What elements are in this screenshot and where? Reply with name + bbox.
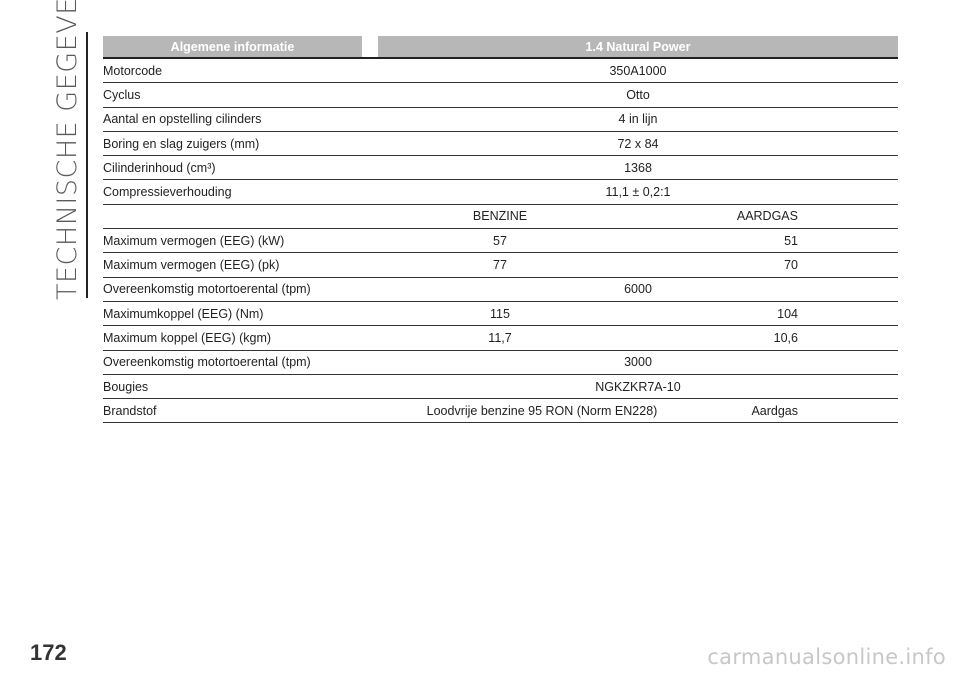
table-row: Maximum koppel (EEG) (kgm) 11,7 10,6 [103,326,898,351]
row-value: 6000 [624,282,652,297]
row-label: Boring en slag zuigers (mm) [103,136,260,151]
cng-value: 104 [777,306,798,321]
header-general-info: Algemene informatie [103,36,362,57]
row-label: Cyclus [103,87,141,102]
table-row: Compressieverhouding 11,1 ± 0,2:1 [103,180,898,205]
header-engine-variant: 1.4 Natural Power [378,36,898,57]
row-value: 350A1000 [609,63,667,78]
table-row: Cilinderinhoud (cm³) 1368 [103,156,898,181]
row-label: Brandstof [103,403,157,418]
table-row: Maximumkoppel (EEG) (Nm) 115 104 [103,302,898,327]
cng-value: 10,6 [773,330,798,345]
row-label: Maximum vermogen (EEG) (kW) [103,233,285,248]
section-title: TECHNISCHE GEGEVENS [52,0,83,300]
row-label: Aantal en opstelling cilinders [103,112,262,127]
row-value: Otto [626,87,650,102]
page-number: 172 [30,640,67,665]
cng-value: 51 [784,233,798,248]
row-label: Overeenkomstig motortoerental (tpm) [103,282,311,297]
row-label: Compressieverhouding [103,185,232,200]
table-row: Maximum vermogen (EEG) (kW) 57 51 [103,229,898,254]
spec-table: Algemene informatie 1.4 Natural Power Mo… [103,36,898,424]
watermark: carmanualsonline.info [707,645,946,669]
table-row: Motorcode 350A1000 [103,59,898,84]
row-value: 72 x 84 [617,136,659,151]
fuel-subheader-row: BENZINE AARDGAS [103,205,898,230]
petrol-value: 115 [490,306,510,321]
row-label: Maximum vermogen (EEG) (pk) [103,258,280,273]
section-divider [86,32,88,298]
petrol-value: 11,7 [488,330,512,345]
row-value: NGKZKR7A-10 [595,379,681,394]
row-value: 11,1 ± 0,2:1 [605,185,671,200]
petrol-column-heading: BENZINE [472,209,528,224]
row-label: Cilinderinhoud (cm³) [103,160,216,175]
cng-value: Aardgas [751,403,798,418]
row-label: Maximum koppel (EEG) (kgm) [103,330,272,345]
row-label: Bougies [103,379,149,394]
table-row: Aantal en opstelling cilinders 4 in lijn [103,108,898,132]
table-row: Overeenkomstig motortoerental (tpm) 3000 [103,351,898,375]
cng-column-heading: AARDGAS [736,209,798,224]
table-header: Algemene informatie 1.4 Natural Power [103,36,898,59]
row-value: 3000 [624,355,652,370]
table-row: Boring en slag zuigers (mm) 72 x 84 [103,132,898,157]
petrol-value: 77 [493,258,507,273]
row-label: Motorcode [103,63,163,78]
header-gap [362,36,378,57]
petrol-value: 57 [493,233,507,248]
row-label: Overeenkomstig motortoerental (tpm) [103,355,311,370]
row-label: Maximumkoppel (EEG) (Nm) [103,306,264,321]
cng-value: 70 [784,258,798,273]
petrol-value: Loodvrije benzine 95 RON (Norm EN228) [426,403,658,418]
table-row: Overeenkomstig motortoerental (tpm) 6000 [103,278,898,302]
table-row: Brandstof Loodvrije benzine 95 RON (Norm… [103,399,898,424]
table-row: Cyclus Otto [103,83,898,108]
row-value: 1368 [624,160,652,175]
row-value: 4 in lijn [618,112,658,127]
table-row: Maximum vermogen (EEG) (pk) 77 70 [103,253,898,278]
table-row: Bougies NGKZKR7A-10 [103,375,898,400]
